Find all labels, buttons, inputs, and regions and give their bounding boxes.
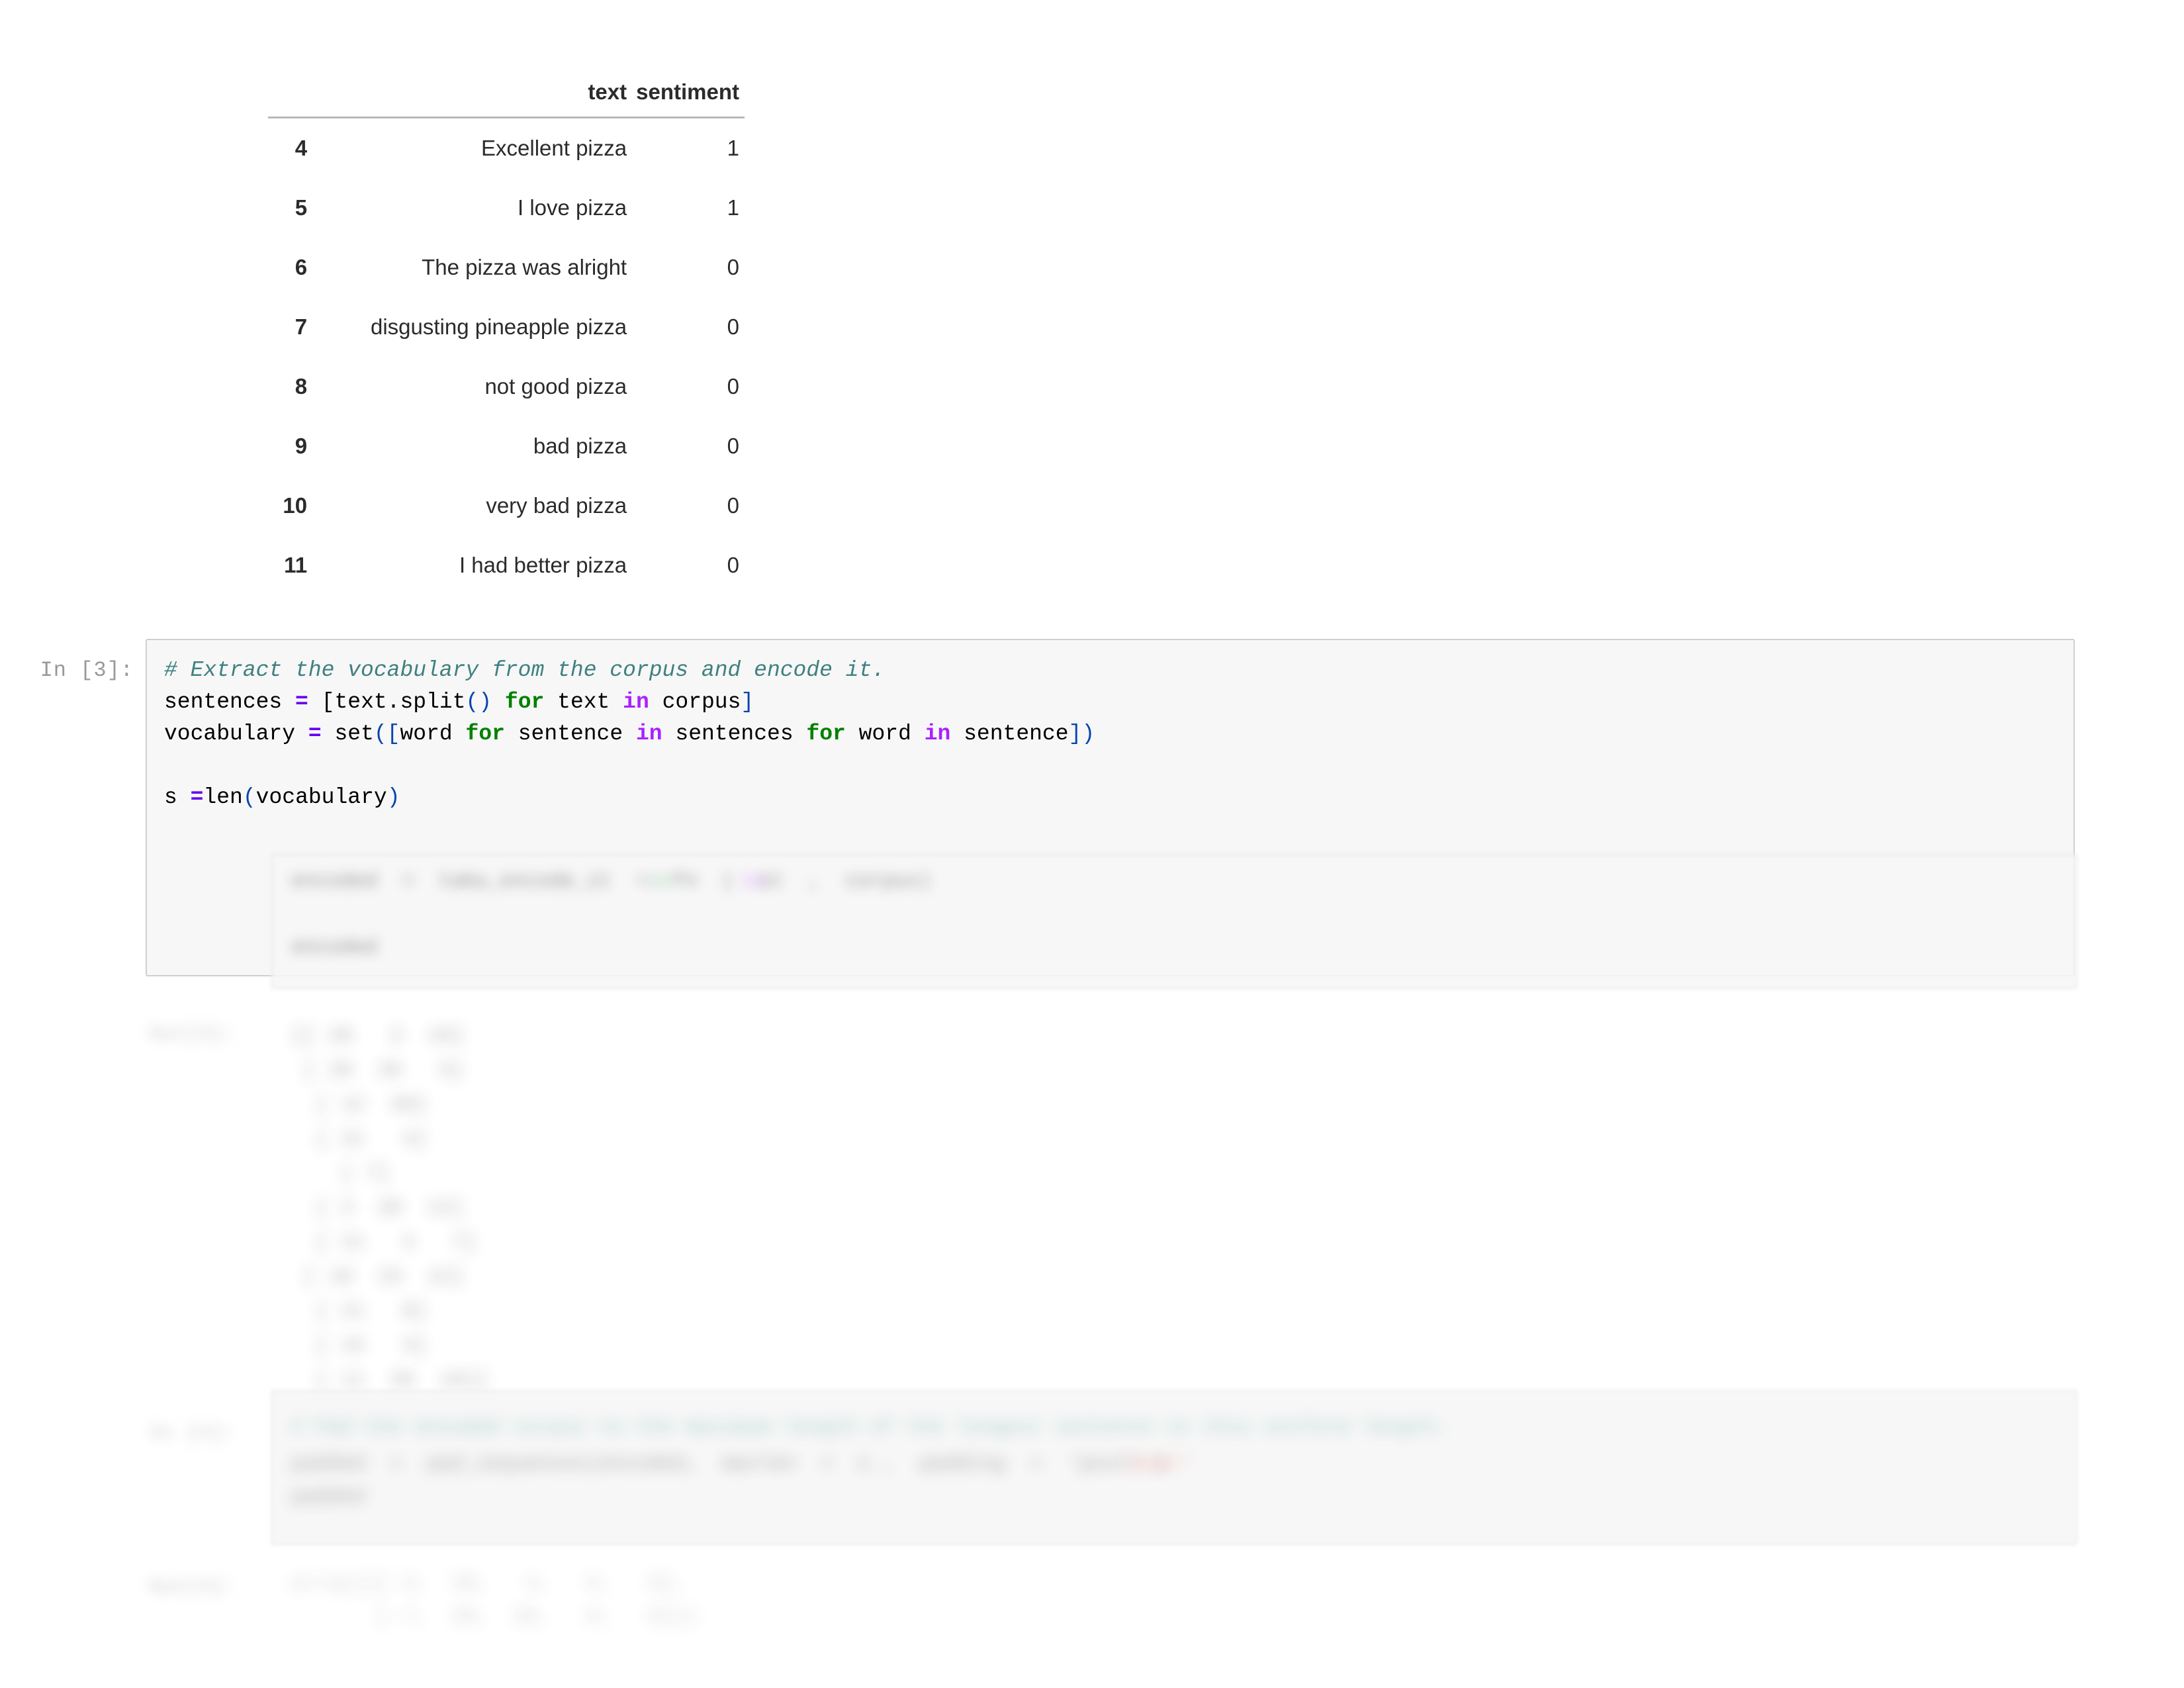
table-row: 7 disgusting pineapple pizza 0 — [268, 297, 745, 357]
dataframe-output: text sentiment 4 Excellent pizza 1 5 I l… — [268, 79, 771, 595]
row-index: 6 — [295, 255, 308, 279]
code-source[interactable]: # Extract the vocabulary from the corpus… — [164, 655, 2056, 814]
code-keyword: for — [504, 690, 545, 714]
row-sentiment: 0 — [727, 314, 739, 339]
redacted-token: array([[ 3, 28, 4, 5, 0], — [291, 1572, 686, 1595]
code-token: len — [203, 785, 243, 810]
table-row: 5 I love pizza 1 — [268, 178, 745, 238]
row-text: not good pizza — [484, 374, 627, 399]
row-index: 9 — [295, 434, 308, 458]
table-row: 8 not good pizza 0 — [268, 357, 745, 416]
redacted-output-prompt: Out[3]: — [149, 1023, 236, 1046]
code-token: word — [845, 722, 925, 746]
dataframe-header-row: text sentiment — [268, 79, 745, 118]
code-token: ]) — [1068, 722, 1095, 746]
row-index: 10 — [283, 493, 308, 518]
redacted-code-panel-next[interactable] — [271, 1390, 2077, 1545]
code-token: ] — [741, 690, 754, 714]
code-token: ( — [242, 785, 256, 810]
row-index: 7 — [295, 314, 308, 339]
redacted-prompt-label: In [4]: — [149, 1422, 236, 1445]
row-index: 8 — [295, 374, 308, 399]
code-comment: # Extract the vocabulary from the corpus… — [164, 658, 886, 682]
code-token: set — [321, 722, 374, 746]
row-sentiment: 1 — [727, 195, 739, 220]
code-token: = — [308, 722, 322, 746]
dataframe-body: 4 Excellent pizza 1 5 I love pizza 1 6 T… — [268, 118, 745, 596]
cell-prompt-in-3[interactable]: In [3]: — [20, 639, 146, 685]
redacted-output-array: [[ 28 3 19] [ 28 26 5] [ 12 28] [ 21 4] … — [291, 1025, 488, 1392]
code-token: corpus — [649, 690, 741, 714]
code-token: word — [400, 722, 466, 746]
code-keyword: in — [623, 690, 649, 714]
redacted-final-output: array([[ 3, 28, 4, 5, 0], — [291, 1568, 685, 1601]
row-text: very bad pizza — [486, 493, 627, 518]
code-token: ([ — [373, 722, 400, 746]
column-header-sentiment: sentiment — [636, 79, 739, 104]
table-row: 4 Excellent pizza 1 — [268, 118, 745, 179]
row-text: I love pizza — [518, 195, 627, 220]
redacted-final-output-2: [ 7, 28, 26, 0, 0]]) — [291, 1601, 698, 1634]
redacted-code-panel-in-3[interactable] — [271, 854, 2077, 989]
code-token: = — [190, 785, 204, 810]
code-token: ) — [387, 785, 400, 810]
code-keyword: for — [465, 722, 505, 746]
redacted-cell-prompt-next[interactable]: In [4]: — [149, 1422, 235, 1445]
table-row: 10 very bad pizza 0 — [268, 476, 745, 536]
row-text: bad pizza — [533, 434, 627, 458]
row-sentiment: 0 — [727, 374, 739, 399]
code-token: () — [465, 690, 492, 714]
dataframe-table: text sentiment 4 Excellent pizza 1 5 I l… — [268, 79, 745, 595]
redacted-token: [ 7, 28, 26, 0, 0]]) — [291, 1605, 698, 1628]
row-index: 11 — [284, 553, 308, 577]
row-index: 5 — [295, 195, 308, 220]
code-token: sentences — [164, 690, 296, 714]
redacted-final-output-prompt: Out[4]: — [149, 1575, 235, 1599]
table-row: 6 The pizza was alright 0 — [268, 238, 745, 297]
dataframe-index-header — [268, 79, 307, 118]
row-sentiment: 0 — [727, 255, 739, 279]
code-token: vocabulary — [164, 722, 308, 746]
code-token: sentence — [950, 722, 1069, 746]
code-token: [text.split — [308, 690, 466, 714]
code-token: sentence — [504, 722, 636, 746]
table-row: 9 bad pizza 0 — [268, 416, 745, 476]
code-token: text — [544, 690, 623, 714]
redacted-prompt-label: Out[4]: — [149, 1575, 236, 1599]
code-keyword: in — [635, 722, 662, 746]
row-index: 4 — [295, 136, 308, 160]
code-token: vocabulary — [255, 785, 387, 810]
column-header-text: text — [588, 79, 627, 104]
row-sentiment: 0 — [727, 553, 739, 577]
code-keyword: for — [806, 722, 846, 746]
row-sentiment: 0 — [727, 493, 739, 518]
dataframe-head: text sentiment — [268, 79, 745, 118]
row-sentiment: 1 — [727, 136, 739, 160]
code-token: = — [295, 690, 308, 714]
row-text: disgusting pineapple pizza — [371, 314, 627, 339]
row-text: I had better pizza — [459, 553, 627, 577]
row-text: Excellent pizza — [481, 136, 627, 160]
table-row: 11 I had better pizza 0 — [268, 536, 745, 595]
row-sentiment: 0 — [727, 434, 739, 458]
code-keyword: in — [924, 722, 951, 746]
code-token: s — [164, 785, 191, 810]
code-token: sentences — [662, 722, 807, 746]
row-text: The pizza was alright — [422, 255, 627, 279]
